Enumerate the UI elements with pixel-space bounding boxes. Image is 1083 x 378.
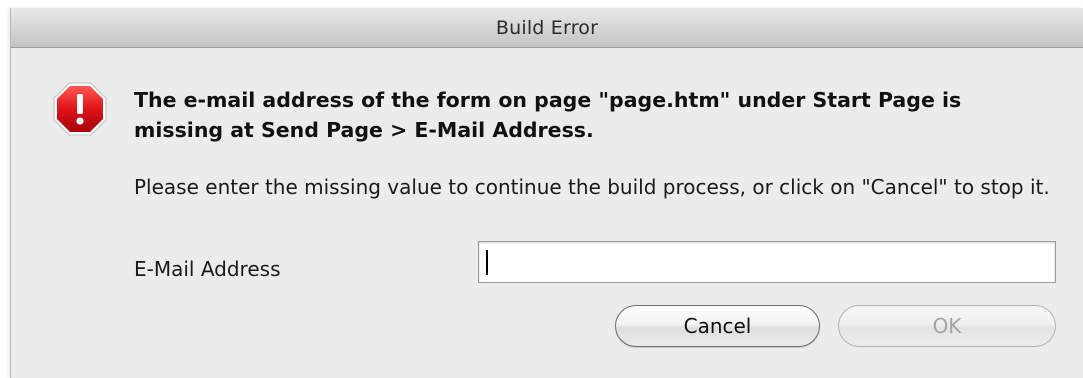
cancel-button[interactable]: Cancel bbox=[615, 305, 820, 347]
error-message: Please enter the missing value to contin… bbox=[134, 175, 1050, 199]
error-headline: The e-mail address of the form on page "… bbox=[134, 88, 962, 142]
email-label: E-Mail Address bbox=[134, 257, 281, 281]
title-bar[interactable]: Build Error bbox=[11, 8, 1083, 48]
dialog-title: Build Error bbox=[495, 16, 599, 39]
stop-octagon-icon bbox=[53, 82, 107, 136]
text-caret bbox=[486, 250, 488, 275]
build-error-dialog: Build Error The e-mail address of the fo… bbox=[10, 8, 1083, 378]
email-address-input[interactable] bbox=[478, 241, 1056, 283]
ok-button[interactable]: OK bbox=[838, 305, 1056, 347]
